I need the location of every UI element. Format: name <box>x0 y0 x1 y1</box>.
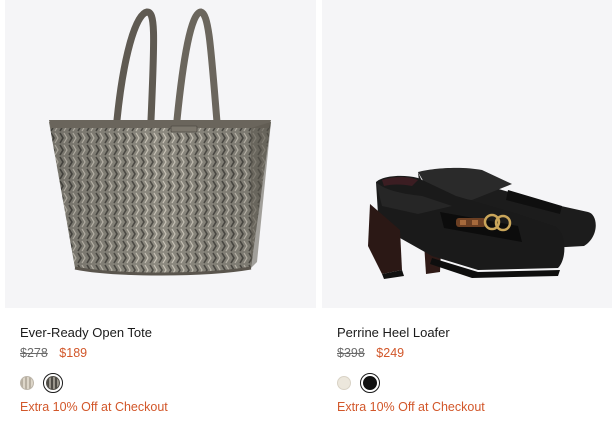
product-card-loafer: Perrine Heel Loafer $398 $249 Extra 10% … <box>322 0 612 429</box>
product-card-tote: Ever-Ready Open Tote $278 $189 Extra 10%… <box>0 0 316 429</box>
promo-text: Extra 10% Off at Checkout <box>20 400 168 414</box>
loafer-image <box>368 167 596 279</box>
product-image-tote[interactable] <box>5 0 316 308</box>
color-swatches <box>20 373 63 393</box>
swatch-dark-monogram[interactable] <box>43 373 63 393</box>
product-grid: Ever-Ready Open Tote $278 $189 Extra 10%… <box>0 0 612 429</box>
tote-bag-image <box>49 8 271 276</box>
price-row: $278 $189 <box>20 346 87 360</box>
price-row: $398 $249 <box>337 346 404 360</box>
swatch-black[interactable] <box>360 373 380 393</box>
product-name[interactable]: Ever-Ready Open Tote <box>20 325 152 340</box>
original-price: $398 <box>337 346 365 360</box>
sale-price: $189 <box>59 346 88 360</box>
product-name[interactable]: Perrine Heel Loafer <box>337 325 450 340</box>
swatch-light-monogram[interactable] <box>20 376 34 390</box>
sale-price: $249 <box>376 346 405 360</box>
product-image-loafer[interactable] <box>322 0 612 308</box>
swatch-cream[interactable] <box>337 376 351 390</box>
original-price: $278 <box>20 346 48 360</box>
promo-text: Extra 10% Off at Checkout <box>337 400 485 414</box>
color-swatches <box>337 373 380 393</box>
